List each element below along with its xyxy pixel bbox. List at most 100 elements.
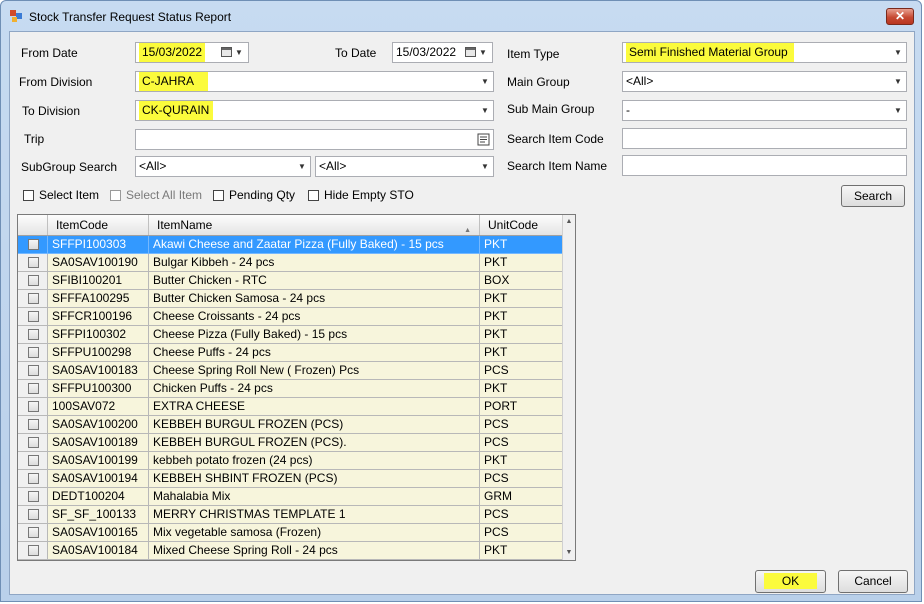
item-name-cell[interactable]: KEBBEH BURGUL FROZEN (PCS).	[149, 434, 480, 452]
close-button[interactable]: ✕	[886, 8, 914, 25]
item-name-cell[interactable]: Butter Chicken Samosa - 24 pcs	[149, 290, 480, 308]
trip-input[interactable]	[135, 129, 494, 150]
item-code-cell[interactable]: SFFPI100302	[48, 326, 149, 344]
row-checkbox[interactable]	[28, 401, 39, 412]
table-row[interactable]: SA0SAV100184 Mixed Cheese Spring Roll - 2…	[18, 542, 575, 560]
table-row[interactable]: SF_SF_100133 MERRY CHRISTMAS TEMPLATE 1 PC…	[18, 506, 575, 524]
pending-qty-checkbox[interactable]	[213, 190, 224, 201]
from-date-picker[interactable]: 15/03/2022 ▼	[135, 42, 249, 63]
table-row[interactable]: SFFPU100298 Cheese Puffs - 24 pcs PKT	[18, 344, 575, 362]
row-checkbox[interactable]	[28, 437, 39, 448]
cancel-button[interactable]: Cancel	[838, 570, 908, 593]
item-name-cell[interactable]: MERRY CHRISTMAS TEMPLATE 1	[149, 506, 480, 524]
table-row[interactable]: SA0SAV100199 kebbeh potato frozen (24 pcs…	[18, 452, 575, 470]
item-name-cell[interactable]: EXTRA CHEESE	[149, 398, 480, 416]
item-code-cell[interactable]: SA0SAV100184	[48, 542, 149, 560]
sub-main-group-dropdown[interactable]: - ▼	[622, 100, 907, 121]
row-checkbox[interactable]	[28, 239, 39, 250]
item-code-cell[interactable]: SA0SAV100190	[48, 254, 149, 272]
item-name-cell[interactable]: Cheese Pizza (Fully Baked) - 15 pcs	[149, 326, 480, 344]
table-row[interactable]: 100SAV072 EXTRA CHEESE PORT	[18, 398, 575, 416]
search-item-code-input[interactable]	[622, 128, 907, 149]
table-row[interactable]: SA0SAV100183 Cheese Spring Roll New ( Fro…	[18, 362, 575, 380]
row-checkbox[interactable]	[28, 509, 39, 520]
item-code-cell[interactable]: SFFPU100298	[48, 344, 149, 362]
table-row[interactable]: SA0SAV100194 KEBBEH SHBINT FROZEN (PCS) PC…	[18, 470, 575, 488]
item-type-dropdown[interactable]: Semi Finished Material Group ▼	[622, 42, 907, 63]
row-checkbox[interactable]	[28, 455, 39, 466]
item-name-cell[interactable]: Cheese Puffs - 24 pcs	[149, 344, 480, 362]
row-checkbox[interactable]	[28, 491, 39, 502]
chevron-down-icon[interactable]: ▼	[893, 72, 903, 91]
row-checkbox[interactable]	[28, 545, 39, 556]
item-code-cell[interactable]: SFFPU100300	[48, 380, 149, 398]
item-code-cell[interactable]: SFFCR100196	[48, 308, 149, 326]
row-checkbox[interactable]	[28, 365, 39, 376]
item-code-cell[interactable]: SFFFA100295	[48, 290, 149, 308]
chevron-down-icon[interactable]: ▼	[297, 157, 307, 176]
lookup-list-icon[interactable]	[477, 133, 490, 146]
item-name-cell[interactable]: Mix vegetable samosa (Frozen)	[149, 524, 480, 542]
table-row[interactable]: SA0SAV100189 KEBBEH BURGUL FROZEN (PCS). P…	[18, 434, 575, 452]
header-select-column[interactable]	[18, 215, 48, 235]
select-all-item-checkbox[interactable]	[110, 190, 121, 201]
select-item-checkbox[interactable]	[23, 190, 34, 201]
chevron-down-icon[interactable]: ▼	[893, 101, 903, 120]
item-name-cell[interactable]: Mixed Cheese Spring Roll - 24 pcs	[149, 542, 480, 560]
row-checkbox[interactable]	[28, 419, 39, 430]
to-date-picker[interactable]: 15/03/2022 ▼	[392, 42, 493, 63]
table-row[interactable]: SA0SAV100200 KEBBEH BURGUL FROZEN (PCS) PC…	[18, 416, 575, 434]
table-row[interactable]: SFIBI100201 Butter Chicken - RTC BOX	[18, 272, 575, 290]
chevron-down-icon[interactable]: ▼	[480, 101, 490, 120]
calendar-icon[interactable]	[221, 47, 232, 57]
title-bar[interactable]: Stock Transfer Request Status Report ✕	[1, 1, 921, 31]
main-group-dropdown[interactable]: <All> ▼	[622, 71, 907, 92]
from-division-dropdown[interactable]: C-JAHRA ▼	[135, 71, 494, 92]
item-code-cell[interactable]: SA0SAV100189	[48, 434, 149, 452]
table-row[interactable]: SFFPU100300 Chicken Puffs - 24 pcs PKT	[18, 380, 575, 398]
item-code-cell[interactable]: DEDT100204	[48, 488, 149, 506]
search-button[interactable]: Search	[841, 185, 905, 207]
table-row[interactable]: SFFPI100302 Cheese Pizza (Fully Baked) - …	[18, 326, 575, 344]
item-name-cell[interactable]: KEBBEH BURGUL FROZEN (PCS)	[149, 416, 480, 434]
chevron-down-icon[interactable]: ▼	[479, 43, 489, 62]
subgroup-search-dropdown-1[interactable]: <All> ▼	[135, 156, 311, 177]
item-code-cell[interactable]: SFFPI100303	[48, 236, 149, 254]
item-name-cell[interactable]: Cheese Croissants - 24 pcs	[149, 308, 480, 326]
header-item-name[interactable]: ItemName ▲	[149, 215, 480, 235]
vertical-scrollbar[interactable]: ▲ ▼	[562, 215, 575, 560]
chevron-down-icon[interactable]: ▼	[480, 72, 490, 91]
items-grid[interactable]: ItemCode ItemName ▲ UnitCode SFFPI100303…	[17, 214, 576, 561]
item-code-cell[interactable]: SA0SAV100194	[48, 470, 149, 488]
item-name-cell[interactable]: Bulgar Kibbeh - 24 pcs	[149, 254, 480, 272]
item-code-cell[interactable]: SA0SAV100165	[48, 524, 149, 542]
table-row[interactable]: DEDT100204 Mahalabia Mix GRM	[18, 488, 575, 506]
row-checkbox[interactable]	[28, 257, 39, 268]
chevron-down-icon[interactable]: ▼	[480, 157, 490, 176]
ok-button[interactable]: OK	[755, 570, 826, 593]
item-name-cell[interactable]: Mahalabia Mix	[149, 488, 480, 506]
search-item-name-input[interactable]	[622, 155, 907, 176]
to-division-dropdown[interactable]: CK-QURAIN ▼	[135, 100, 494, 121]
row-checkbox[interactable]	[28, 527, 39, 538]
item-code-cell[interactable]: SA0SAV100183	[48, 362, 149, 380]
chevron-down-icon[interactable]: ▼	[235, 43, 245, 62]
row-checkbox[interactable]	[28, 329, 39, 340]
chevron-down-icon[interactable]: ▼	[893, 43, 903, 62]
item-name-cell[interactable]: KEBBEH SHBINT FROZEN (PCS)	[149, 470, 480, 488]
item-name-cell[interactable]: Cheese Spring Roll New ( Frozen) Pcs	[149, 362, 480, 380]
scroll-up-icon[interactable]: ▲	[563, 215, 575, 229]
row-checkbox[interactable]	[28, 311, 39, 322]
header-item-code[interactable]: ItemCode	[48, 215, 149, 235]
row-checkbox[interactable]	[28, 347, 39, 358]
table-row[interactable]: SA0SAV100165 Mix vegetable samosa (Frozen…	[18, 524, 575, 542]
item-name-cell[interactable]: Butter Chicken - RTC	[149, 272, 480, 290]
row-checkbox[interactable]	[28, 473, 39, 484]
table-row[interactable]: SFFCR100196 Cheese Croissants - 24 pcs PKT	[18, 308, 575, 326]
calendar-icon[interactable]	[465, 47, 476, 57]
hide-empty-sto-checkbox[interactable]	[308, 190, 319, 201]
table-row[interactable]: SFFPI100303 Akawi Cheese and Zaatar Pizza…	[18, 236, 575, 254]
item-name-cell[interactable]: kebbeh potato frozen (24 pcs)	[149, 452, 480, 470]
item-name-cell[interactable]: Chicken Puffs - 24 pcs	[149, 380, 480, 398]
item-code-cell[interactable]: 100SAV072	[48, 398, 149, 416]
